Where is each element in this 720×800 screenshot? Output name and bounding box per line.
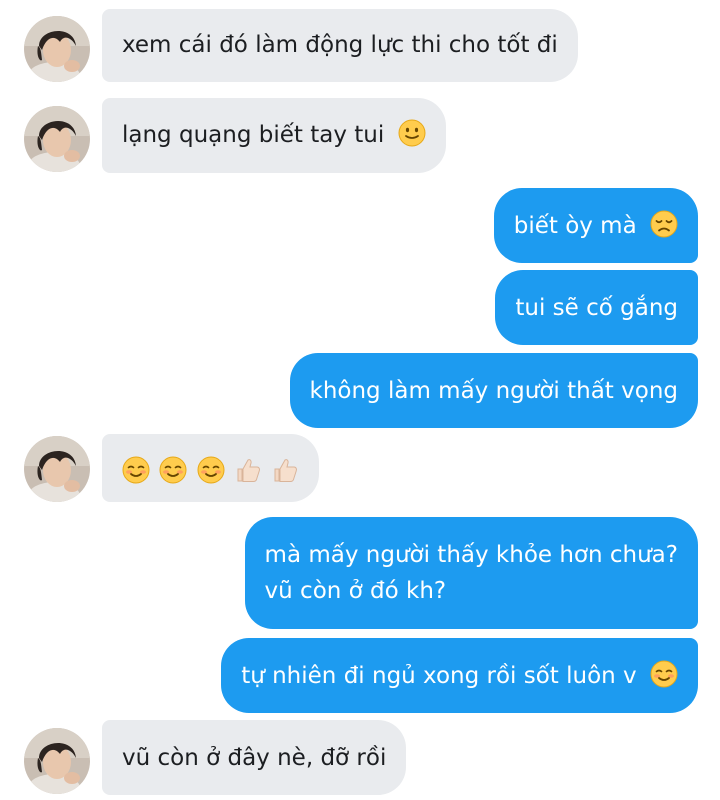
contact-avatar[interactable] (24, 728, 90, 794)
message-text: lạng quạng biết tay tui (122, 122, 385, 148)
message-text: vũ còn ở đây nè, đỡ rồi (122, 745, 387, 771)
smiling-face-icon (122, 456, 150, 484)
message-text-line: mà mấy người thấy khỏe hơn chưa? (264, 542, 678, 568)
incoming-message (102, 434, 320, 502)
message-text: không làm mấy người thất vọng (309, 378, 678, 404)
contact-avatar[interactable] (24, 16, 90, 82)
thumbs-up-icon (271, 456, 299, 484)
outgoing-message: biết òy mà (493, 188, 698, 263)
incoming-message: vũ còn ở đây nè, đỡ rồi (102, 720, 407, 795)
smiling-face-icon (159, 456, 187, 484)
thumbs-up-icon (234, 456, 262, 484)
contact-avatar[interactable] (24, 436, 90, 502)
outgoing-message: tự nhiên đi ngủ xong rồi sốt luôn v (221, 638, 698, 713)
incoming-message: lạng quạng biết tay tui (102, 98, 446, 173)
slightly-smiling-face-icon (398, 119, 426, 147)
message-text: tự nhiên đi ngủ xong rồi sốt luôn v (241, 663, 637, 689)
outgoing-message: mà mấy người thấy khỏe hơn chưa? vũ còn … (244, 517, 698, 629)
outgoing-message: không làm mấy người thất vọng (289, 353, 698, 428)
disappointed-face-icon (650, 210, 678, 238)
message-text: tui sẽ cố gắng (515, 295, 678, 321)
smiling-face-icon (650, 660, 678, 688)
incoming-message: xem cái đó làm động lực thi cho tốt đi (102, 9, 578, 82)
outgoing-message: tui sẽ cố gắng (495, 270, 698, 345)
message-text: biết òy mà (513, 213, 637, 239)
smiling-face-icon (197, 456, 225, 484)
message-text: xem cái đó làm động lực thi cho tốt đi (122, 32, 558, 58)
contact-avatar[interactable] (24, 106, 90, 172)
message-text-line: vũ còn ở đó kh? (264, 578, 447, 604)
